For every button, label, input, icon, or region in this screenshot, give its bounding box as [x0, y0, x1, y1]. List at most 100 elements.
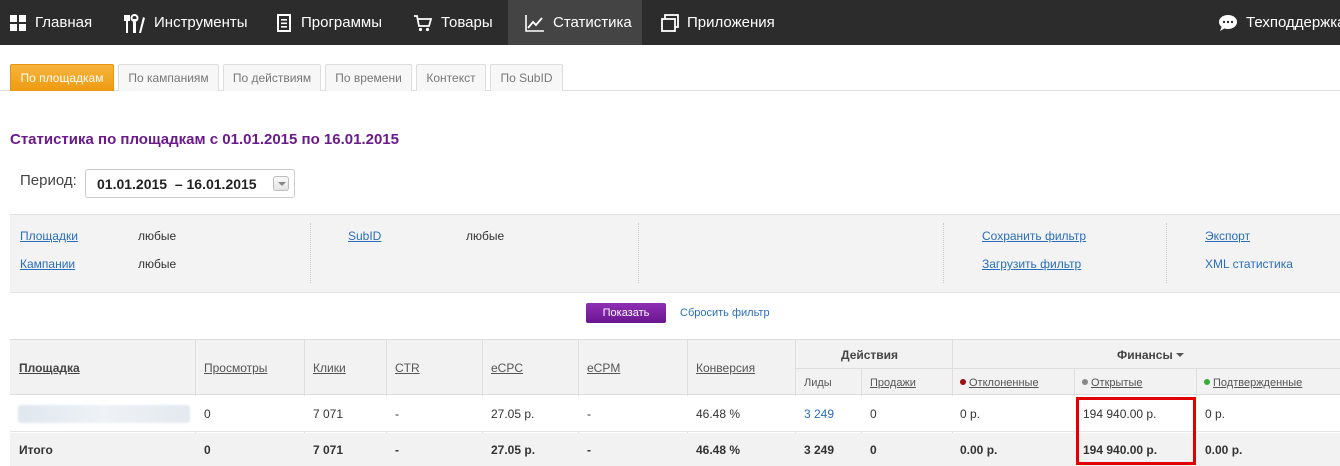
cell-confirmed: 0 р. [1205, 407, 1226, 421]
divider [1166, 223, 1167, 283]
nav-item-label: Программы [301, 14, 383, 31]
total-rejected: 0.00 р. [960, 443, 998, 457]
col-group-finance[interactable]: Финансы [1117, 348, 1184, 362]
col-ctr[interactable]: CTR [395, 361, 420, 375]
reset-filter-link[interactable]: Сбросить фильтр [680, 307, 770, 319]
tab-by-platforms[interactable]: По площадкам [10, 64, 114, 91]
filter-panel: Площадки любые Кампании любые SubID любы… [10, 214, 1340, 292]
chart-line-icon [525, 14, 545, 32]
chevron-down-icon[interactable] [273, 176, 289, 191]
top-navigation: Главная Инструменты Программы Товары Ста… [0, 0, 1340, 45]
col-group-actions: Действия [841, 348, 899, 362]
table-header: Площадка Просмотры Клики CTR eCPC eCPM К… [10, 339, 1340, 395]
xml-stats-link[interactable]: XML статистика [1205, 257, 1293, 271]
total-conversion: 46.48 % [696, 443, 741, 457]
divider [796, 368, 1340, 369]
total-ecpc: 27.05 р. [491, 443, 536, 457]
col-views[interactable]: Просмотры [204, 361, 267, 375]
divider [310, 223, 311, 283]
tools-icon [124, 13, 146, 33]
divider [943, 223, 944, 283]
period-label: Период: [20, 172, 77, 189]
grid-icon [9, 14, 27, 32]
total-label: Итого [19, 443, 53, 457]
load-filter-link[interactable]: Загрузить фильтр [982, 257, 1081, 271]
col-open-label: Открытые [1091, 377, 1143, 389]
col-clicks[interactable]: Клики [313, 361, 346, 375]
nav-item-label: Приложения [687, 14, 775, 31]
total-ecpm: - [587, 443, 591, 457]
cell-ctr: - [395, 407, 399, 421]
total-sales: 0 [870, 443, 877, 457]
total-leads: 3 249 [804, 443, 835, 457]
cell-conversion: 46.48 % [696, 407, 741, 421]
redacted-platform-name [18, 405, 190, 423]
nav-item-apps[interactable]: Приложения [661, 0, 775, 45]
col-confirmed[interactable]: Подтвержденные [1204, 377, 1302, 389]
tab-by-actions[interactable]: По действиям [223, 64, 321, 91]
period-select[interactable]: 01.01.2015 – 16.01.2015 [85, 169, 295, 198]
total-confirmed: 0.00 р. [1205, 443, 1243, 457]
col-platform[interactable]: Площадка [19, 361, 80, 375]
filter-subid-link[interactable]: SubID [348, 229, 381, 243]
caret-down-icon [1175, 353, 1184, 357]
col-open[interactable]: Открытые [1082, 377, 1143, 389]
windows-icon [661, 13, 679, 32]
filter-platforms-link[interactable]: Площадки [20, 229, 78, 243]
nav-item-label: Главная [35, 14, 93, 31]
nav-item-home[interactable]: Главная [0, 0, 101, 45]
filter-platforms-value: любые [138, 229, 177, 243]
col-conversion[interactable]: Конверсия [696, 361, 755, 375]
show-button[interactable]: Показать [586, 303, 666, 323]
tab-context[interactable]: Контекст [416, 64, 486, 91]
nav-item-tools[interactable]: Инструменты [124, 0, 248, 45]
total-views: 0 [204, 443, 211, 457]
cell-ecpm: - [587, 407, 591, 421]
col-ecpc[interactable]: eCPC [491, 361, 523, 375]
divider [10, 292, 1340, 293]
chat-bubble-icon [1218, 14, 1238, 32]
nav-support-label: Техподдержка [1246, 14, 1340, 31]
tab-by-time[interactable]: По времени [325, 64, 412, 91]
cell-sales: 0 [870, 407, 877, 421]
filter-subid-value: любые [466, 229, 505, 243]
nav-item-programs[interactable]: Программы [277, 0, 382, 45]
document-icon [277, 13, 293, 32]
stats-tabs: По площадкам По кампаниям По действиям П… [0, 64, 1340, 91]
filter-campaigns-value: любые [138, 257, 177, 271]
nav-item-products[interactable]: Товары [413, 0, 493, 45]
nav-item-label: Инструменты [154, 14, 248, 31]
period-value: 01.01.2015 – 16.01.2015 [97, 175, 257, 192]
highlight-box [1076, 397, 1196, 465]
total-clicks: 7 071 [313, 443, 344, 457]
nav-item-label: Статистика [553, 14, 632, 31]
save-filter-link[interactable]: Сохранить фильтр [982, 229, 1086, 243]
nav-item-support[interactable]: Техподдержка [1218, 0, 1340, 45]
status-dot-icon [1204, 379, 1210, 385]
col-rejected[interactable]: Отклоненные [960, 377, 1039, 389]
filter-campaigns-link[interactable]: Кампании [20, 257, 75, 271]
col-leads[interactable]: Лиды [804, 377, 832, 389]
nav-item-statistics[interactable]: Статистика [508, 0, 642, 45]
cell-leads-link[interactable]: 3 249 [804, 407, 834, 421]
col-rejected-label: Отклоненные [969, 377, 1039, 389]
col-ecpm[interactable]: eCPM [587, 361, 620, 375]
divider [638, 223, 639, 283]
stats-table: Площадка Просмотры Клики CTR eCPC eCPM К… [10, 339, 1340, 466]
tab-by-campaigns[interactable]: По кампаниям [118, 64, 219, 91]
nav-item-label: Товары [441, 14, 493, 31]
col-group-finance-label: Финансы [1117, 348, 1173, 362]
col-sales[interactable]: Продажи [870, 377, 916, 389]
status-dot-icon [1082, 379, 1088, 385]
cell-views: 0 [204, 407, 211, 421]
tab-by-subid[interactable]: По SubID [490, 64, 563, 91]
export-link[interactable]: Экспорт [1205, 229, 1250, 243]
status-dot-icon [960, 379, 966, 385]
total-ctr: - [395, 443, 399, 457]
cell-clicks: 7 071 [313, 407, 344, 421]
page-title: Статистика по площадкам с 01.01.2015 по … [10, 131, 399, 148]
cart-icon [413, 14, 433, 32]
cell-rejected: 0 р. [960, 407, 981, 421]
cell-ecpc: 27.05 р. [491, 407, 535, 421]
col-confirmed-label: Подтвержденные [1213, 377, 1303, 389]
